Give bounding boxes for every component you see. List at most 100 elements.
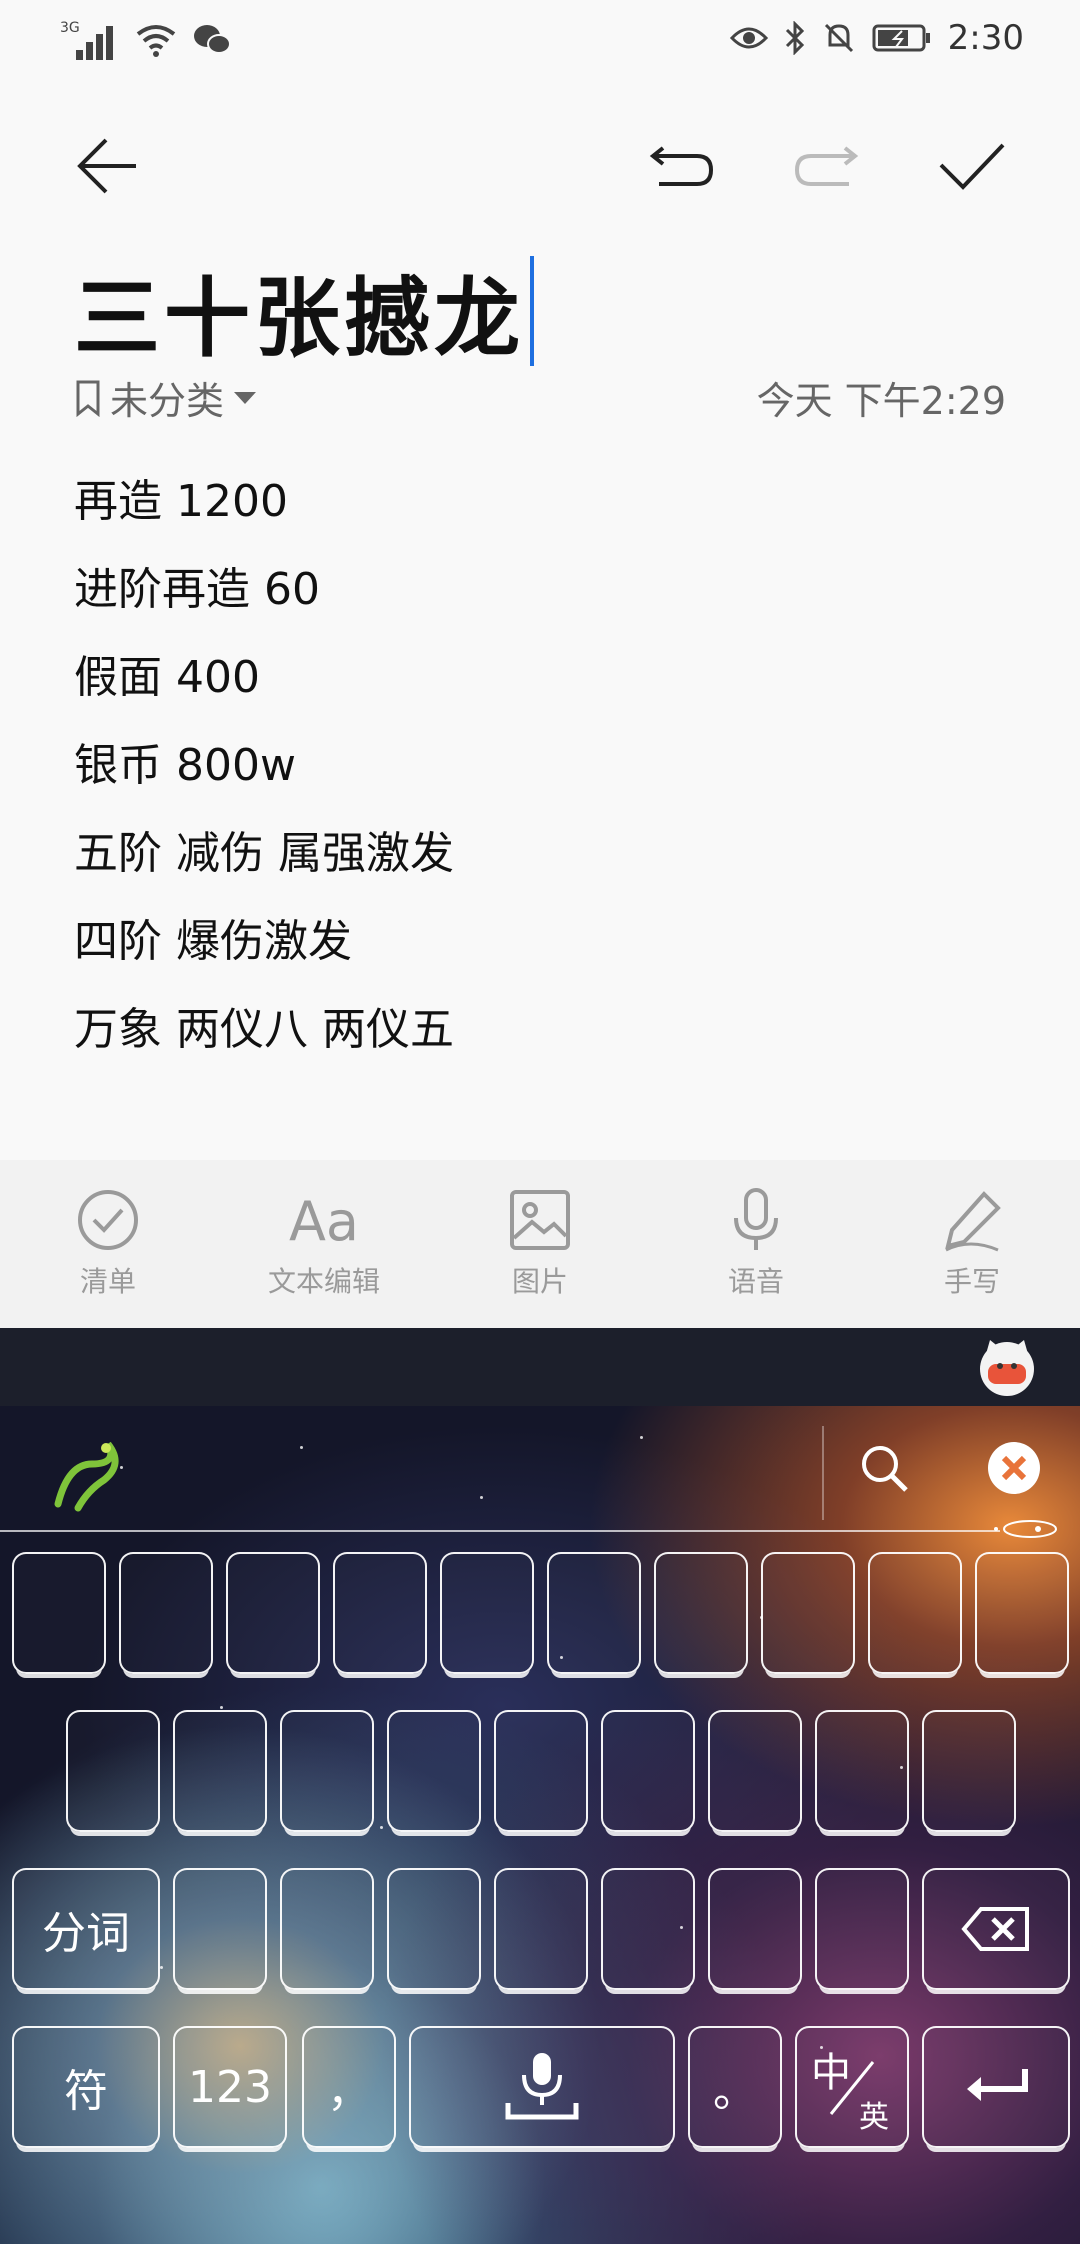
eye-icon — [729, 27, 768, 49]
category-selector[interactable]: 未分类 — [74, 370, 258, 425]
candidate-divider — [822, 1426, 824, 1520]
mute-icon — [824, 23, 853, 53]
mascot-icon[interactable] — [976, 1336, 1038, 1398]
note-title-text: 三十张撼龙 — [74, 269, 524, 369]
period-key[interactable]: 。 — [688, 2026, 782, 2148]
letter-key[interactable] — [494, 1710, 588, 1832]
letter-key[interactable] — [922, 1710, 1016, 1832]
text-edit-button[interactable]: Aa 文本编辑 — [224, 1160, 424, 1328]
confirm-button[interactable] — [926, 120, 1018, 212]
space-key[interactable] — [409, 2026, 675, 2148]
wechat-icon — [194, 25, 231, 54]
letter-key[interactable] — [708, 1868, 802, 1990]
letter-key[interactable] — [66, 1710, 160, 1832]
note-line: 再造 1200 — [74, 476, 288, 527]
status-time: 2:30 — [947, 18, 1024, 58]
note-line: 假面 400 — [74, 652, 260, 703]
undo-button[interactable] — [636, 120, 728, 212]
bookmark-icon — [76, 380, 100, 417]
letter-key[interactable] — [387, 1868, 481, 1990]
text-format-icon: Aa — [289, 1190, 359, 1252]
back-arrow-icon — [77, 138, 136, 194]
undo-icon — [649, 146, 714, 186]
voice-label: 语音 — [727, 1265, 784, 1298]
handwriting-button[interactable]: 手写 — [872, 1160, 1072, 1328]
letter-key[interactable] — [173, 1710, 267, 1832]
letter-key[interactable] — [868, 1552, 962, 1674]
status-bar: 3G 2:30 — [0, 0, 1080, 80]
backspace-key[interactable] — [922, 1868, 1070, 1990]
checklist-icon — [78, 1190, 138, 1250]
backspace-icon — [961, 1907, 1029, 1951]
handwriting-label: 手写 — [943, 1265, 1000, 1298]
note-line: 四阶 爆伤激发 — [74, 916, 352, 967]
letter-key[interactable] — [601, 1868, 695, 1990]
enter-key[interactable] — [922, 2026, 1070, 2148]
note-line: 万象 两仪八 两仪五 — [74, 1004, 454, 1055]
formatting-toolbar: 清单 Aa 文本编辑 图片 语音 手写 — [0, 1160, 1080, 1328]
editor-toolbar — [0, 120, 1080, 212]
bluetooth-icon — [785, 21, 804, 55]
language-switch-key[interactable]: 中 英 — [795, 2026, 909, 2148]
segment-key-label: 分词 — [42, 1908, 130, 1959]
text-edit-label: 文本编辑 — [267, 1265, 380, 1298]
letter-key[interactable] — [12, 1552, 106, 1674]
letter-key[interactable] — [333, 1552, 427, 1674]
svg-text:Aa: Aa — [289, 1190, 359, 1252]
letter-key[interactable] — [708, 1710, 802, 1832]
checklist-button[interactable]: 清单 — [8, 1160, 208, 1328]
microphone-icon — [505, 2053, 579, 2120]
letter-key[interactable] — [119, 1552, 213, 1674]
letter-key[interactable] — [280, 1868, 374, 1990]
symbols-key[interactable]: 符 — [12, 2026, 160, 2148]
battery-icon — [872, 24, 930, 52]
pen-icon — [945, 1191, 1001, 1252]
comma-key[interactable]: ， — [302, 2026, 396, 2148]
letter-key[interactable] — [387, 1710, 481, 1832]
letter-key[interactable] — [815, 1710, 909, 1832]
rocket-icon — [994, 1520, 1057, 1538]
segment-key[interactable]: 分词 — [12, 1868, 160, 1990]
note-line: 五阶 减伤 属强激发 — [74, 828, 454, 879]
enter-icon — [967, 2069, 1028, 2101]
letter-key[interactable] — [440, 1552, 534, 1674]
letter-key[interactable] — [815, 1868, 909, 1990]
back-button[interactable] — [62, 120, 154, 212]
keyboard: 分词 符 123 ， 。 中 英 — [0, 1406, 1080, 2244]
note-meta: 未分类 今天 下午2:29 — [74, 370, 1006, 423]
image-button[interactable]: 图片 — [440, 1160, 640, 1328]
text-caret — [530, 256, 534, 366]
dragon-logo-icon[interactable] — [48, 1434, 130, 1516]
letter-key[interactable] — [547, 1552, 641, 1674]
letter-key[interactable] — [654, 1552, 748, 1674]
letter-key[interactable] — [173, 1868, 267, 1990]
letter-key[interactable] — [226, 1552, 320, 1674]
search-icon[interactable] — [858, 1442, 912, 1496]
letter-key[interactable] — [761, 1552, 855, 1674]
letter-key[interactable] — [280, 1710, 374, 1832]
letter-key[interactable] — [601, 1710, 695, 1832]
chevron-down-icon — [234, 391, 257, 404]
microphone-icon — [734, 1188, 778, 1250]
comma-key-label: ， — [327, 2066, 371, 2117]
period-key-label: 。 — [713, 2066, 757, 2117]
symbols-key-label: 符 — [64, 2066, 108, 2117]
close-icon[interactable] — [986, 1440, 1042, 1496]
signal-icon: 3G — [60, 20, 120, 60]
wifi-icon — [136, 25, 176, 57]
redo-icon — [794, 146, 859, 186]
numbers-key[interactable]: 123 — [173, 2026, 287, 2148]
image-label: 图片 — [511, 1265, 568, 1298]
note-title[interactable]: 三十张撼龙 — [74, 248, 534, 373]
keyboard-top-strip — [0, 1328, 1080, 1406]
note-body[interactable]: 再造 1200 进阶再造 60 假面 400 银币 800w 五阶 减伤 属强激… — [74, 470, 454, 1086]
letter-key[interactable] — [494, 1868, 588, 1990]
redo-button[interactable] — [780, 120, 872, 212]
checkmark-icon — [939, 143, 1005, 190]
toolbar-divider — [0, 1530, 1000, 1532]
letter-key[interactable] — [975, 1552, 1069, 1674]
note-timestamp: 今天 下午2:29 — [756, 379, 1006, 423]
checklist-label: 清单 — [79, 1265, 136, 1298]
voice-button[interactable]: 语音 — [656, 1160, 856, 1328]
note-line: 进阶再造 60 — [74, 564, 320, 615]
